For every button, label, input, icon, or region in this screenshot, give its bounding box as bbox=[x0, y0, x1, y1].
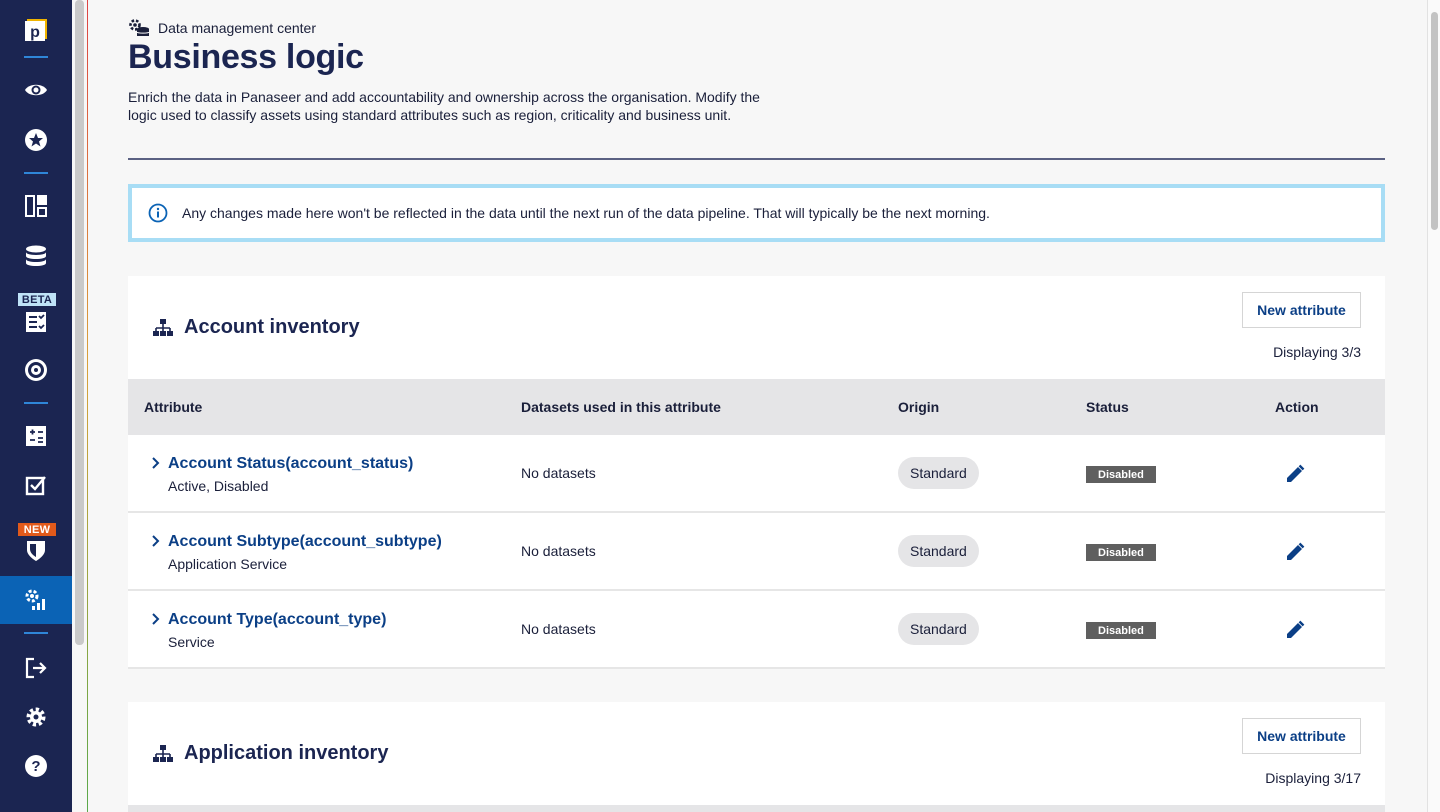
sidebar-item-help[interactable]: ? bbox=[0, 742, 72, 790]
info-message: Any changes made here won't be reflected… bbox=[182, 205, 990, 221]
edit-pencil-icon[interactable] bbox=[1284, 541, 1306, 563]
header-divider bbox=[128, 158, 1385, 160]
attribute-values: Service bbox=[168, 634, 215, 650]
checkbox-icon bbox=[25, 476, 46, 496]
sidebar-item-target[interactable] bbox=[0, 346, 72, 394]
table-header bbox=[128, 805, 1385, 812]
attribute-name-link[interactable]: Account Subtype(account_subtype) bbox=[168, 533, 442, 551]
breadcrumb-label: Data management center bbox=[158, 20, 316, 36]
origin-chip: Standard bbox=[898, 457, 979, 489]
sidebar-item-dashboards[interactable] bbox=[0, 182, 72, 230]
gear-icon bbox=[26, 707, 46, 727]
shield-icon bbox=[27, 541, 45, 561]
sidebar-divider bbox=[24, 172, 48, 174]
edit-pencil-icon[interactable] bbox=[1284, 463, 1306, 485]
dashboard-icon bbox=[25, 195, 47, 217]
attribute-name-link[interactable]: Account Type(account_type) bbox=[168, 611, 386, 629]
chevron-right-icon[interactable] bbox=[150, 455, 162, 471]
card-title-label: Application inventory bbox=[184, 742, 389, 764]
table-row: Account Type(account_type) Service No da… bbox=[128, 591, 1385, 669]
info-banner: Any changes made here won't be reflected… bbox=[128, 184, 1385, 242]
new-attribute-button[interactable]: New attribute bbox=[1242, 718, 1361, 754]
sidebar-item-shield[interactable] bbox=[0, 526, 72, 574]
checklist-icon bbox=[26, 312, 46, 332]
data-management-center-icon bbox=[129, 19, 150, 36]
table-header: Attribute Datasets used in this attribut… bbox=[128, 379, 1385, 435]
datasets-value: No datasets bbox=[521, 543, 596, 559]
attribute-values: Application Service bbox=[168, 556, 288, 572]
column-attribute[interactable]: Attribute bbox=[144, 399, 202, 415]
sidebar-item-logout[interactable] bbox=[0, 644, 72, 692]
logout-icon bbox=[25, 657, 47, 679]
card-title: Application inventory bbox=[152, 742, 388, 765]
sidebar-divider bbox=[24, 402, 48, 404]
account-inventory-card: Account inventory New attribute Displayi… bbox=[128, 276, 1385, 669]
eye-icon bbox=[25, 84, 47, 96]
hierarchy-icon bbox=[153, 744, 173, 762]
column-status[interactable]: Status bbox=[1086, 399, 1129, 415]
page-title: Business logic bbox=[128, 38, 364, 76]
page-scrollbar[interactable] bbox=[1427, 0, 1440, 812]
card-title-label: Account inventory bbox=[184, 316, 360, 338]
sidebar-item-calculator[interactable] bbox=[0, 412, 72, 460]
sidebar-item-data[interactable] bbox=[0, 232, 72, 280]
sidebar-item-checklist[interactable] bbox=[0, 298, 72, 346]
origin-chip: Standard bbox=[898, 613, 979, 645]
attribute-name-link[interactable]: Account Status(account_status) bbox=[168, 455, 413, 473]
sidebar-divider bbox=[24, 56, 48, 58]
svg-text:?: ? bbox=[31, 758, 40, 775]
sidebar-item-eye[interactable] bbox=[0, 66, 72, 114]
data-management-icon bbox=[25, 589, 45, 610]
chevron-right-icon[interactable] bbox=[150, 533, 162, 549]
calculator-icon bbox=[26, 426, 46, 446]
target-icon bbox=[25, 359, 47, 381]
panaseer-logo-icon: p bbox=[25, 19, 47, 41]
logo[interactable]: p bbox=[0, 4, 72, 52]
display-count: Displaying 3/17 bbox=[1265, 770, 1361, 786]
star-icon bbox=[25, 129, 47, 151]
new-attribute-button[interactable]: New attribute bbox=[1242, 292, 1361, 328]
sidebar-scrollbar[interactable] bbox=[75, 0, 84, 645]
scrollbar-thumb[interactable] bbox=[1431, 12, 1438, 230]
chevron-right-icon[interactable] bbox=[150, 611, 162, 627]
sidebar: p BETA NEW ? bbox=[0, 0, 72, 812]
page-description: Enrich the data in Panaseer and add acco… bbox=[128, 89, 760, 123]
card-title: Account inventory bbox=[152, 316, 360, 339]
column-action: Action bbox=[1275, 399, 1319, 415]
status-badge: Disabled bbox=[1086, 466, 1156, 483]
sidebar-item-tasks[interactable] bbox=[0, 461, 72, 509]
edit-pencil-icon[interactable] bbox=[1284, 619, 1306, 641]
datasets-value: No datasets bbox=[521, 621, 596, 637]
application-inventory-card: Application inventory New attribute Disp… bbox=[128, 702, 1385, 812]
sidebar-divider bbox=[24, 632, 48, 634]
sidebar-item-star[interactable] bbox=[0, 116, 72, 164]
display-count: Displaying 3/3 bbox=[1273, 344, 1361, 360]
column-origin[interactable]: Origin bbox=[898, 399, 939, 415]
sidebar-item-settings[interactable] bbox=[0, 693, 72, 741]
origin-chip: Standard bbox=[898, 535, 979, 567]
sidebar-item-data-management[interactable] bbox=[0, 576, 72, 624]
breadcrumb[interactable]: Data management center bbox=[128, 18, 316, 38]
status-badge: Disabled bbox=[1086, 544, 1156, 561]
attribute-values: Active, Disabled bbox=[168, 478, 269, 494]
help-icon: ? bbox=[25, 755, 47, 777]
hierarchy-icon bbox=[153, 318, 173, 336]
main-content: Data management center Business logic En… bbox=[88, 0, 1425, 812]
info-icon bbox=[148, 203, 168, 223]
status-badge: Disabled bbox=[1086, 622, 1156, 639]
datasets-value: No datasets bbox=[521, 465, 596, 481]
table-row: Account Subtype(account_subtype) Applica… bbox=[128, 513, 1385, 591]
svg-text:p: p bbox=[30, 24, 40, 41]
database-icon bbox=[26, 245, 46, 266]
column-datasets[interactable]: Datasets used in this attribute bbox=[521, 399, 721, 415]
table-row: Account Status(account_status) Active, D… bbox=[128, 435, 1385, 513]
